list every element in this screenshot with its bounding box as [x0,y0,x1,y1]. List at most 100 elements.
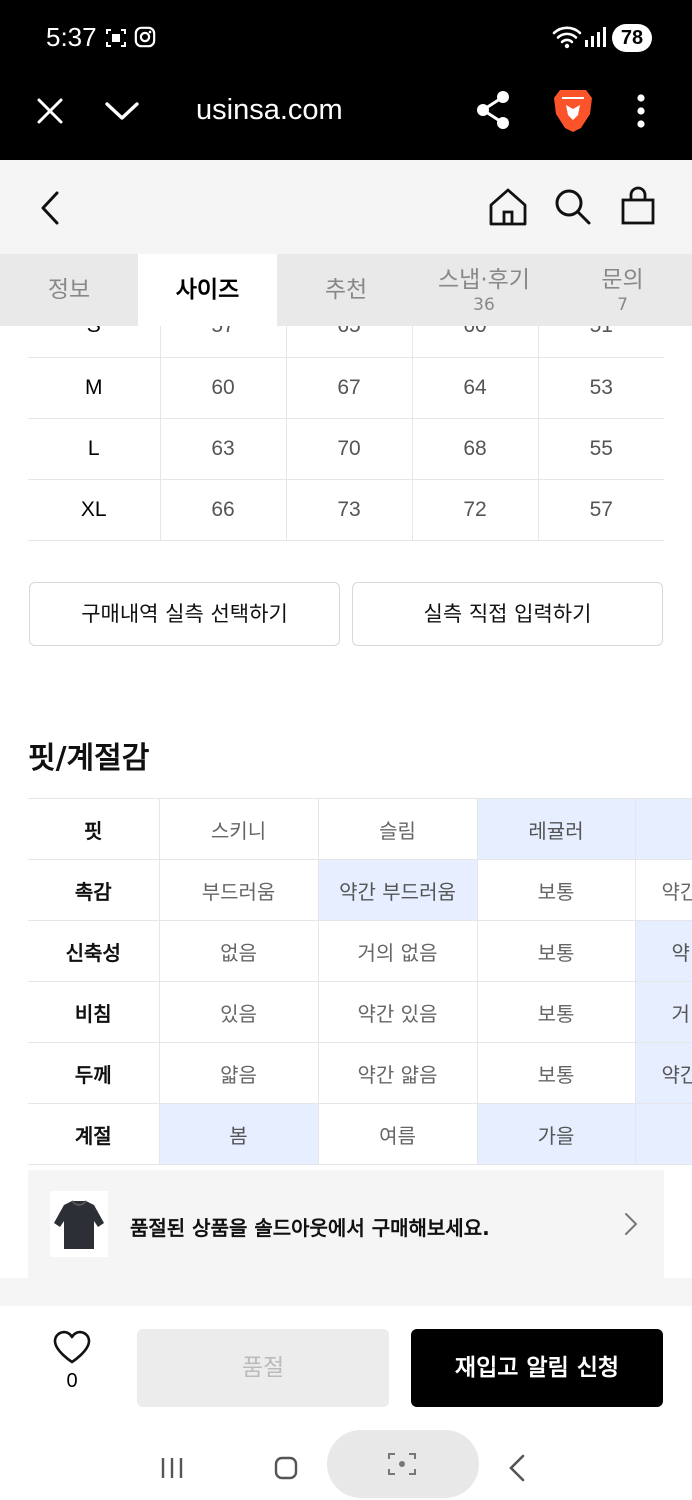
soldout-banner-text: 품절된 상품을 솔드아웃에서 구매해보세요. [130,1216,490,1240]
app-header [0,160,692,254]
fit-option: 얇음 [159,1042,319,1104]
size-label: L [28,418,161,480]
fit-option: 없음 [159,920,319,982]
fit-row-label: 두께 [28,1042,160,1104]
size-table: S 57 65 60 51 M 60 67 64 53 L 63 70 68 5… [28,296,664,541]
size-value: 57 [538,479,664,541]
fit-option: 여름 [318,1103,478,1165]
fit-option: 보통 [477,859,636,921]
bag-icon[interactable] [620,186,656,230]
brave-lion-icon[interactable] [552,88,594,138]
fit-option [635,798,692,860]
tab-label: 문의 [601,267,644,293]
more-vert-icon[interactable] [636,94,646,132]
fit-option: 거 [635,981,692,1043]
table-row: 계절 봄 여름 가을 [28,1103,692,1165]
size-value: 72 [412,479,539,541]
size-value: 63 [160,418,287,480]
fit-option: 보통 [477,920,636,982]
fit-option [635,1103,692,1165]
tab-count: 7 [617,295,628,315]
fit-table: 핏 스키니 슬림 레귤러 촉감 부드러움 약간 부드러움 보통 약간 신축성 없… [28,798,692,1165]
table-row: L 63 70 68 55 [28,418,664,480]
assistant-pill[interactable] [327,1430,479,1498]
back-nav-icon[interactable] [508,1454,526,1486]
fit-option: 가을 [477,1103,636,1165]
url-text[interactable]: usinsa.com [196,94,343,127]
battery-badge: 78 [612,24,652,52]
back-icon[interactable] [40,191,60,229]
share-icon[interactable] [474,90,512,134]
table-row: M 60 67 64 53 [28,357,664,419]
fit-table-container[interactable]: 핏 스키니 슬림 레귤러 촉감 부드러움 약간 부드러움 보통 약간 신축성 없… [28,798,692,1168]
size-value: 64 [412,357,539,419]
fit-option: 약 [635,920,692,982]
soldout-button[interactable]: 품절 [137,1329,389,1407]
size-label: M [28,357,161,419]
fit-option: 약간 부드러움 [318,859,478,921]
wifi-icon [552,24,582,54]
soldout-banner[interactable]: 품절된 상품을 솔드아웃에서 구매해보세요. [28,1170,664,1278]
manual-measure-button[interactable]: 실측 직접 입력하기 [352,582,663,646]
product-thumbnail [50,1191,108,1257]
close-icon[interactable] [36,97,64,129]
size-value: 73 [286,479,413,541]
browser-toolbar: usinsa.com [0,78,692,160]
status-time: 5:37 [46,22,97,52]
fit-section-title: 핏/계절감 [28,741,150,776]
fit-option: 보통 [477,981,636,1043]
fit-row-label: 계절 [28,1103,160,1165]
table-row: 신축성 없음 거의 없음 보통 약 [28,920,692,982]
like-count: 0 [66,1370,78,1392]
size-value: 60 [160,357,287,419]
fit-option: 약간 얇음 [318,1042,478,1104]
tab-inquiry[interactable]: 문의 7 [553,254,692,326]
fit-option: 거의 없음 [318,920,478,982]
table-row: 비침 있음 약간 있음 보통 거 [28,981,692,1043]
fit-option: 약간 [635,859,692,921]
chevron-down-icon[interactable] [104,100,140,126]
home-icon[interactable] [488,187,528,231]
size-value: 68 [412,418,539,480]
fit-option: 슬림 [318,798,478,860]
table-row: 두께 얇음 약간 얇음 보통 약간 [28,1042,692,1104]
recent-apps-icon[interactable] [160,1456,184,1484]
section-divider [0,1278,692,1306]
screenshot-icon [104,26,128,54]
fit-option: 부드러움 [159,859,319,921]
fit-option: 봄 [159,1103,319,1165]
search-icon[interactable] [554,188,592,230]
fit-option: 약간 있음 [318,981,478,1043]
purchase-history-measure-button[interactable]: 구매내역 실측 선택하기 [29,582,340,646]
fit-row-label: 핏 [28,798,160,860]
fit-option: 보통 [477,1042,636,1104]
chevron-right-icon [624,1212,638,1240]
size-label: XL [28,479,161,541]
fit-row-label: 촉감 [28,859,160,921]
table-row: 촉감 부드러움 약간 부드러움 보통 약간 [28,859,692,921]
size-value: 67 [286,357,413,419]
table-row: 핏 스키니 슬림 레귤러 [28,798,692,860]
tab-snap-review[interactable]: 스냅·후기 36 [415,254,553,326]
size-value: 55 [538,418,664,480]
tab-label: 사이즈 [175,277,240,303]
signal-icon [584,26,606,52]
status-bar: 5:37 78 [0,0,692,78]
fit-row-label: 신축성 [28,920,160,982]
tab-recommend[interactable]: 추천 [277,254,415,326]
tab-label: 스냅·후기 [438,267,530,293]
table-row: XL 66 73 72 57 [28,479,664,541]
size-value: 53 [538,357,664,419]
heart-icon [52,1330,92,1368]
instagram-icon [134,26,156,52]
tab-size[interactable]: 사이즈 [138,254,277,326]
home-nav-icon[interactable] [274,1456,298,1484]
capture-icon [387,1452,417,1480]
restock-alert-button[interactable]: 재입고 알림 신청 [411,1329,663,1407]
size-value: 66 [160,479,287,541]
fit-option: 스키니 [159,798,319,860]
tab-count: 36 [473,295,495,315]
fit-option: 레귤러 [477,798,636,860]
tab-info[interactable]: 정보 [0,254,138,326]
like-button[interactable]: 0 [50,1330,94,1393]
